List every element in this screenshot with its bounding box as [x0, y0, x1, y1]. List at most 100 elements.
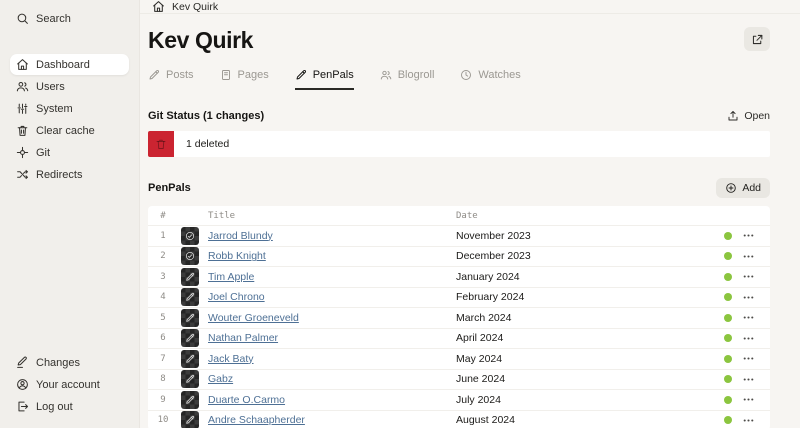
- col-header-num: #: [160, 210, 166, 221]
- row-status-cell: [714, 416, 742, 425]
- sidebar-item-label: Dashboard: [36, 58, 90, 71]
- row-menu-button[interactable]: [742, 373, 764, 386]
- sidebar-item-label: Changes: [36, 356, 81, 369]
- row-menu-button[interactable]: [742, 414, 764, 427]
- row-title-link[interactable]: Wouter Groeneveld: [208, 312, 299, 324]
- row-menu-button[interactable]: [742, 229, 764, 242]
- breadcrumb[interactable]: Kev Quirk: [140, 0, 800, 14]
- row-status-cell: [714, 354, 742, 363]
- pencil-line-icon: [16, 356, 29, 369]
- row-title-cell: Joel Chrono: [208, 291, 456, 303]
- tab-watches[interactable]: Watches: [460, 69, 521, 90]
- pencil-icon: [181, 308, 199, 327]
- row-menu-button[interactable]: [742, 393, 764, 406]
- row-title-link[interactable]: Jack Baty: [208, 353, 254, 365]
- row-number: 9: [160, 394, 166, 405]
- row-menu-button[interactable]: [742, 332, 764, 345]
- git-icon: [16, 146, 29, 159]
- row-number: 2: [160, 251, 166, 262]
- status-dot: [724, 313, 732, 322]
- git-changes-bar[interactable]: 1 deleted: [148, 131, 770, 157]
- row-menu-button[interactable]: [742, 270, 764, 283]
- row-title-link[interactable]: Gabz: [208, 373, 233, 385]
- open-site-button[interactable]: [744, 27, 770, 51]
- sidebar-item-log-out[interactable]: Log out: [10, 396, 129, 417]
- tab-label: Blogroll: [397, 69, 435, 81]
- row-status-cell: [714, 313, 742, 322]
- row-menu-button[interactable]: [742, 311, 764, 324]
- user-circle-icon: [16, 378, 29, 391]
- search-button[interactable]: Search: [10, 8, 129, 29]
- row-number: 7: [160, 353, 166, 364]
- row-title-link[interactable]: Joel Chrono: [208, 291, 265, 303]
- sidebar-item-redirects[interactable]: Redirects: [10, 164, 129, 185]
- tab-posts[interactable]: Posts: [148, 69, 194, 90]
- check-circle-icon: [181, 226, 199, 245]
- col-header-title: Title: [208, 210, 236, 221]
- sidebar-item-git[interactable]: Git: [10, 142, 129, 163]
- row-title-cell: Gabz: [208, 373, 456, 385]
- tab-label: Watches: [478, 69, 521, 81]
- sidebar-item-system[interactable]: System: [10, 98, 129, 119]
- penpals-table: # Title Date 1 Jarrod Blundy November 2023…: [148, 206, 770, 428]
- sidebar-item-users[interactable]: Users: [10, 76, 129, 97]
- row-thumbnail: [172, 411, 208, 428]
- table-row: 1 Jarrod Blundy November 2023: [148, 225, 770, 246]
- pencil-icon: [148, 69, 160, 81]
- sidebar-nav: Dashboard Users System Clear cache Git Redire…: [10, 54, 129, 186]
- row-title-cell: Jack Baty: [208, 353, 456, 365]
- table-row: 8 Gabz June 2024: [148, 368, 770, 390]
- row-thumbnail: [172, 226, 208, 245]
- row-status-cell: [714, 395, 742, 404]
- pencil-icon: [181, 329, 199, 348]
- sidebar-item-label: Users: [36, 80, 65, 93]
- row-thumbnail: [172, 390, 208, 409]
- row-menu-button[interactable]: [742, 352, 764, 365]
- logout-icon: [16, 400, 29, 413]
- table-row: 2 Robb Knight December 2023: [148, 245, 770, 267]
- row-thumbnail: [172, 329, 208, 348]
- pencil-icon: [181, 370, 199, 389]
- row-thumbnail: [172, 267, 208, 286]
- pencil-icon: [181, 267, 199, 286]
- row-title-cell: Tim Apple: [208, 271, 456, 283]
- row-title-link[interactable]: Andre Schaapherder: [208, 414, 305, 426]
- sidebar-item-clear-cache[interactable]: Clear cache: [10, 120, 129, 141]
- row-status-cell: [714, 272, 742, 281]
- row-title-link[interactable]: Robb Knight: [208, 250, 266, 262]
- row-date: April 2024: [456, 332, 504, 345]
- breadcrumb-label: Kev Quirk: [172, 0, 219, 13]
- row-date: December 2023: [456, 250, 531, 263]
- row-menu-button[interactable]: [742, 291, 764, 304]
- sidebar-item-label: Log out: [36, 400, 73, 413]
- row-title-link[interactable]: Tim Apple: [208, 271, 254, 283]
- row-date: June 2024: [456, 373, 506, 386]
- sidebar-item-dashboard[interactable]: Dashboard: [10, 54, 129, 75]
- external-link-icon: [751, 33, 764, 46]
- row-title-link[interactable]: Nathan Palmer: [208, 332, 278, 344]
- tab-pages[interactable]: Pages: [220, 69, 269, 90]
- row-number: 6: [160, 333, 166, 344]
- sidebar: Search Dashboard Users System Clear cache Gi…: [0, 0, 140, 428]
- sidebar-item-your-account[interactable]: Your account: [10, 374, 129, 395]
- users-icon: [380, 69, 392, 81]
- tab-label: Posts: [166, 69, 194, 81]
- plus-circle-icon: [725, 182, 737, 194]
- row-title-cell: Wouter Groeneveld: [208, 312, 456, 324]
- row-title-link[interactable]: Jarrod Blundy: [208, 230, 273, 242]
- status-dot: [724, 272, 732, 281]
- add-button[interactable]: Add: [716, 178, 770, 198]
- page-title: Kev Quirk: [148, 27, 254, 53]
- app-window: Search Dashboard Users System Clear cache Gi…: [0, 0, 800, 428]
- git-open-label: Open: [744, 110, 770, 122]
- row-number: 1: [160, 230, 166, 241]
- tab-penpals[interactable]: PenPals: [294, 69, 354, 90]
- row-date: May 2024: [456, 352, 503, 365]
- tab-blogroll[interactable]: Blogroll: [380, 69, 435, 90]
- sidebar-item-changes[interactable]: Changes: [10, 352, 129, 373]
- git-open-button[interactable]: Open: [727, 110, 770, 122]
- row-menu-button[interactable]: [742, 250, 764, 263]
- tab-label: Pages: [237, 69, 269, 81]
- row-title-link[interactable]: Duarte O.Carmo: [208, 394, 285, 406]
